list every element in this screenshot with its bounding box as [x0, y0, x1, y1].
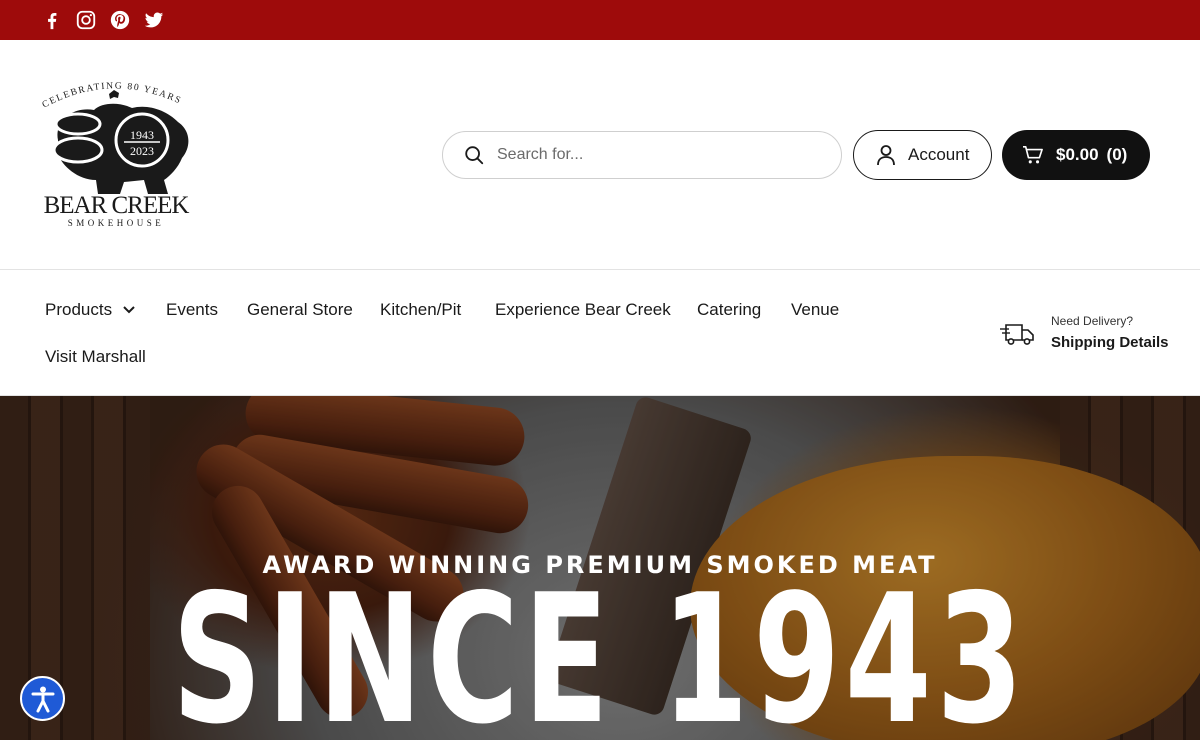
account-button[interactable]: Account [853, 130, 992, 180]
site-header: CELEBRATING 80 YEARS 1943 2023 BEAR CREE… [0, 40, 1200, 270]
chevron-down-icon [123, 306, 135, 314]
nav-item-kitchen-pit[interactable]: Kitchen/Pit [380, 300, 461, 320]
logo[interactable]: CELEBRATING 80 YEARS 1943 2023 BEAR CREE… [36, 76, 196, 236]
nav-item-catering[interactable]: Catering [697, 300, 761, 320]
nav-item-events[interactable]: Events [166, 300, 218, 320]
hero-title: SINCE 1943 [172, 556, 1028, 740]
facebook-icon[interactable] [40, 8, 64, 32]
accessibility-button[interactable] [20, 676, 65, 721]
search-input[interactable] [497, 146, 817, 164]
nav-item-experience-bear-creek[interactable]: Experience Bear Creek [495, 300, 671, 320]
search-bar[interactable] [442, 131, 842, 179]
nav-item-visit-marshall[interactable]: Visit Marshall [45, 347, 146, 367]
social-bar [0, 0, 1200, 40]
accessibility-icon [31, 686, 54, 712]
cart-button[interactable]: $0.00 (0) [1002, 130, 1150, 180]
nav-item-products[interactable]: Products [45, 300, 136, 320]
delivery-prompt: Need Delivery? [1051, 314, 1134, 328]
logo-name: BEAR CREEK [43, 192, 190, 219]
cart-total: $0.00 [1056, 145, 1099, 164]
user-icon [877, 145, 895, 166]
main-nav: Products Events General Store Kitchen/Pi… [0, 271, 1200, 396]
shipping-details-label: Shipping Details [1051, 334, 1169, 351]
delivery-truck-icon [1000, 324, 1034, 345]
pinterest-icon[interactable] [108, 8, 132, 32]
nav-item-general-store[interactable]: General Store [247, 300, 353, 320]
search-icon[interactable] [463, 144, 485, 166]
instagram-icon[interactable] [74, 8, 98, 32]
shipping-details-link[interactable]: Need Delivery? Shipping Details [1000, 312, 1190, 356]
cart-count: (0) [1106, 145, 1128, 164]
nav-item-label: Products [45, 300, 113, 319]
twitter-icon[interactable] [142, 8, 166, 32]
nav-item-venue[interactable]: Venue [791, 300, 839, 320]
account-label: Account [908, 145, 970, 164]
logo-subtitle: SMOKEHOUSE [67, 218, 165, 228]
logo-year-start: 1943 [130, 128, 154, 142]
hero-banner: AWARD WINNING PREMIUM SMOKED MEAT SINCE … [0, 396, 1200, 740]
cart-icon [1023, 146, 1043, 164]
logo-year-end: 2023 [130, 144, 154, 158]
